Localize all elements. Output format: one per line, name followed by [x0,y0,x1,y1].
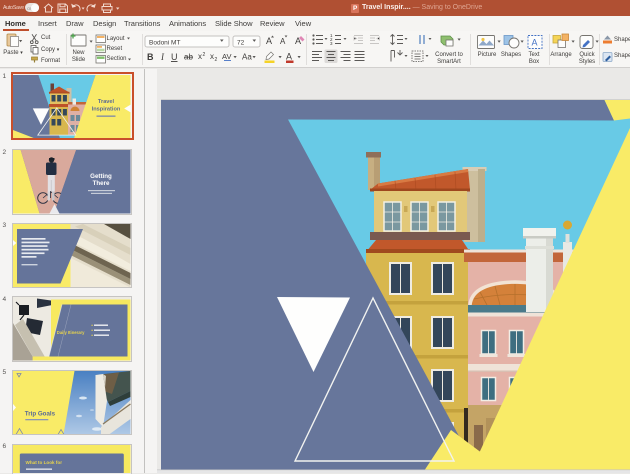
svg-text:x: x [198,52,202,61]
svg-text:B: B [147,52,154,62]
svg-text:AV: AV [222,52,231,61]
svg-text:ab: ab [184,53,193,62]
svg-text:Getting: Getting [90,173,112,180]
svg-text:I: I [160,52,165,62]
svg-text:Daily Itinerary: Daily Itinerary [57,330,85,335]
svg-text:U: U [171,52,178,62]
svg-text:There: There [93,180,110,187]
svg-text:A: A [286,52,292,62]
svg-text:Trip Goals: Trip Goals [25,410,56,417]
svg-text:x: x [210,52,214,61]
svg-text:What to Look for: What to Look for [26,460,63,465]
svg-text:Inspiration: Inspiration [92,106,121,112]
svg-text:A: A [532,38,538,48]
svg-text:2: 2 [203,52,206,58]
svg-text:A: A [280,37,286,46]
svg-text:2: 2 [215,57,218,63]
svg-text:72: 72 [237,40,245,47]
svg-text:Aa: Aa [242,53,252,62]
svg-text:Bodoni MT: Bodoni MT [149,40,180,47]
svg-text:3: 3 [330,41,333,46]
svg-text:Travel: Travel [98,99,115,105]
